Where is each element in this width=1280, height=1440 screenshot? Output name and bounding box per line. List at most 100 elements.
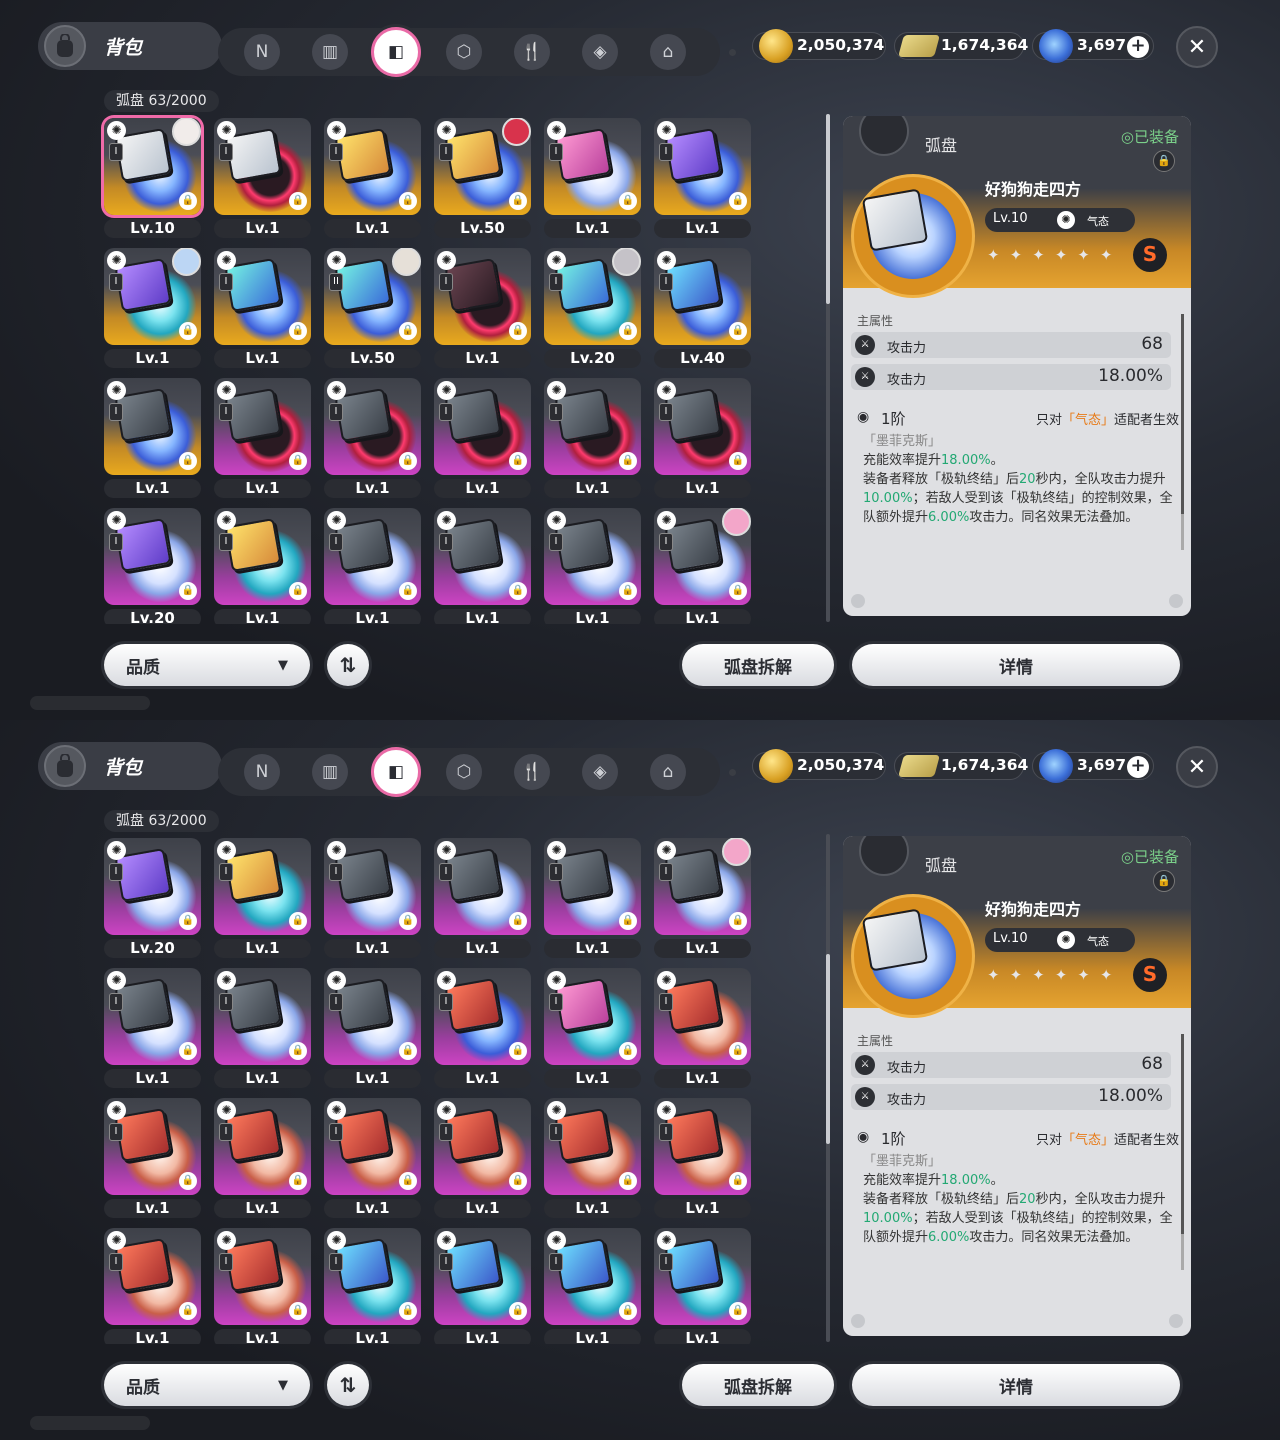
disc-card[interactable]: ✺ I 🔒 Lv.1 (434, 968, 531, 1088)
disc-card[interactable]: ✺ I 🔒 Lv.1 (654, 1098, 751, 1218)
disc-card[interactable]: ✺ I 🔒 Lv.1 (544, 378, 641, 498)
lock-icon[interactable]: 🔒 (509, 912, 527, 930)
disc-card[interactable]: ✺ I 🔒 Lv.1 (324, 378, 421, 498)
disc-grid-viewport[interactable]: ✺I🔒Lv.10✺I🔒Lv.1✺I🔒Lv.1✺I🔒Lv.50✺I🔒Lv.1✺I🔒… (96, 832, 760, 1344)
detail-scroll-thumb[interactable] (1181, 1034, 1184, 1234)
lock-icon[interactable]: 🔒 (619, 192, 637, 210)
lock-icon[interactable]: 🔒 (619, 322, 637, 340)
disc-card[interactable]: ✺ I 🔒 Lv.1 (654, 1228, 751, 1344)
lock-icon[interactable]: 🔒 (729, 452, 747, 470)
lock-icon[interactable]: 🔒 (399, 452, 417, 470)
disc-card[interactable]: ✺ I 🔒 Lv.1 (214, 838, 311, 958)
lock-icon[interactable]: 🔒 (399, 912, 417, 930)
disc-card[interactable]: ✺ I 🔒 Lv.1 (544, 1228, 641, 1344)
disc-card[interactable]: ✺ II 🔒 Lv.50 (324, 248, 421, 368)
lock-icon[interactable]: 🔒 (289, 192, 307, 210)
disc-card[interactable]: ✺ I 🔒 Lv.1 (104, 968, 201, 1088)
disc-card[interactable]: ✺ I 🔒 Lv.1 (434, 248, 531, 368)
tab-cube-icon[interactable]: ⬡ (446, 754, 482, 790)
disc-card[interactable]: ✺ I 🔒 Lv.1 (214, 378, 311, 498)
detail-scrollbar[interactable] (1181, 314, 1184, 550)
disc-card[interactable]: ✺ I 🔒 Lv.1 (214, 1228, 311, 1344)
grid-scrollbar[interactable] (826, 834, 830, 1342)
quality-filter-dropdown[interactable]: 品质 ▼ (104, 1364, 310, 1406)
lock-icon[interactable]: 🔒 (619, 1302, 637, 1320)
tab-cube-icon[interactable]: ⬡ (446, 34, 482, 70)
lock-icon[interactable]: 🔒 (729, 1302, 747, 1320)
lock-icon[interactable]: 🔒 (1153, 870, 1175, 892)
disc-card[interactable]: ✺ I 🔒 Lv.20 (104, 838, 201, 958)
tab-chip-icon[interactable]: ◈ (582, 34, 618, 70)
disc-card[interactable]: ✺ I 🔒 Lv.1 (654, 968, 751, 1088)
grid-scroll-thumb[interactable] (826, 114, 830, 304)
disc-card[interactable]: ✺ I 🔒 Lv.1 (104, 248, 201, 368)
lock-icon[interactable]: 🔒 (179, 912, 197, 930)
tab-house-icon[interactable]: ⌂ (650, 34, 686, 70)
detail-button[interactable]: 详情 (852, 1364, 1180, 1406)
disc-card[interactable]: ✺ I 🔒 Lv.1 (104, 1098, 201, 1218)
disc-card[interactable]: ✺ I 🔒 Lv.1 (104, 1228, 201, 1344)
disc-card[interactable]: ✺ I 🔒 Lv.1 (324, 838, 421, 958)
disc-card[interactable]: ✺ I 🔒 Lv.20 (104, 508, 201, 624)
disc-card[interactable]: ✺ I 🔒 Lv.1 (104, 378, 201, 498)
add-currency-button[interactable]: + (1127, 36, 1149, 58)
disc-card[interactable]: ✺ I 🔒 Lv.1 (434, 378, 531, 498)
lock-icon[interactable]: 🔒 (729, 1042, 747, 1060)
disc-card[interactable]: ✺ I 🔒 Lv.1 (654, 118, 751, 238)
lock-icon[interactable]: 🔒 (179, 322, 197, 340)
lock-icon[interactable]: 🔒 (399, 192, 417, 210)
lock-icon[interactable]: 🔒 (289, 1042, 307, 1060)
tab-gameboy-icon[interactable]: ▥ (312, 754, 348, 790)
disc-card[interactable]: ✺ I 🔒 Lv.1 (214, 248, 311, 368)
lock-icon[interactable]: 🔒 (729, 322, 747, 340)
lock-icon[interactable]: 🔒 (509, 1302, 527, 1320)
sort-toggle-button[interactable]: ⇅ (327, 1364, 369, 1406)
lock-icon[interactable]: 🔒 (509, 452, 527, 470)
lock-icon[interactable]: 🔒 (179, 582, 197, 600)
lock-icon[interactable]: 🔒 (729, 582, 747, 600)
disc-card[interactable]: ✺ I 🔒 Lv.1 (324, 1098, 421, 1218)
disc-card[interactable]: ✺ I 🔒 Lv.1 (324, 1228, 421, 1344)
disc-card[interactable]: ✺ I 🔒 Lv.1 (214, 1098, 311, 1218)
lock-icon[interactable]: 🔒 (399, 322, 417, 340)
lock-icon[interactable]: 🔒 (399, 1172, 417, 1190)
disc-card[interactable]: ✺ I 🔒 Lv.1 (654, 838, 751, 958)
disc-card[interactable]: ✺ I 🔒 Lv.1 (544, 118, 641, 238)
lock-icon[interactable]: 🔒 (619, 452, 637, 470)
grid-scrollbar[interactable] (826, 114, 830, 622)
lock-icon[interactable]: 🔒 (509, 582, 527, 600)
close-button[interactable]: ✕ (1176, 746, 1218, 788)
disassemble-button[interactable]: 弧盘拆解 (682, 644, 834, 686)
lock-icon[interactable]: 🔒 (179, 452, 197, 470)
lock-icon[interactable]: 🔒 (399, 1302, 417, 1320)
lock-icon[interactable]: 🔒 (399, 582, 417, 600)
lock-icon[interactable]: 🔒 (179, 1042, 197, 1060)
lock-icon[interactable]: 🔒 (509, 1172, 527, 1190)
lock-icon[interactable]: 🔒 (619, 912, 637, 930)
disc-card[interactable]: ✺ I 🔒 Lv.1 (544, 838, 641, 958)
tab-n-logo-icon[interactable]: N (244, 754, 280, 790)
grid-scroll-thumb[interactable] (826, 954, 830, 1144)
disc-grid-viewport[interactable]: ✺I🔒Lv.10✺I🔒Lv.1✺I🔒Lv.1✺I🔒Lv.50✺I🔒Lv.1✺I🔒… (96, 112, 760, 624)
lock-icon[interactable]: 🔒 (1153, 150, 1175, 172)
disc-card[interactable]: ✺ I 🔒 Lv.1 (324, 508, 421, 624)
lock-icon[interactable]: 🔒 (619, 1172, 637, 1190)
disc-card[interactable]: ✺ I 🔒 Lv.1 (544, 1098, 641, 1218)
tab-n-logo-icon[interactable]: N (244, 34, 280, 70)
sort-toggle-button[interactable]: ⇅ (327, 644, 369, 686)
disc-card[interactable]: ✺ I 🔒 Lv.1 (544, 968, 641, 1088)
lock-icon[interactable]: 🔒 (729, 912, 747, 930)
lock-icon[interactable]: 🔒 (179, 1302, 197, 1320)
tab-disc-icon[interactable]: ◧ (371, 27, 421, 77)
tab-disc-icon[interactable]: ◧ (371, 747, 421, 797)
lock-icon[interactable]: 🔒 (619, 582, 637, 600)
disc-card[interactable]: ✺ I 🔒 Lv.1 (214, 118, 311, 238)
lock-icon[interactable]: 🔒 (509, 192, 527, 210)
tab-cutlery-icon[interactable]: 🍴 (514, 754, 550, 790)
disc-card[interactable]: ✺ I 🔒 Lv.1 (654, 508, 751, 624)
disc-card[interactable]: ✺ I 🔒 Lv.1 (214, 968, 311, 1088)
disc-card[interactable]: ✺ I 🔒 Lv.40 (654, 248, 751, 368)
disc-card[interactable]: ✺ I 🔒 Lv.1 (434, 1098, 531, 1218)
detail-scrollbar[interactable] (1181, 1034, 1184, 1270)
disc-card[interactable]: ✺ I 🔒 Lv.1 (324, 118, 421, 238)
